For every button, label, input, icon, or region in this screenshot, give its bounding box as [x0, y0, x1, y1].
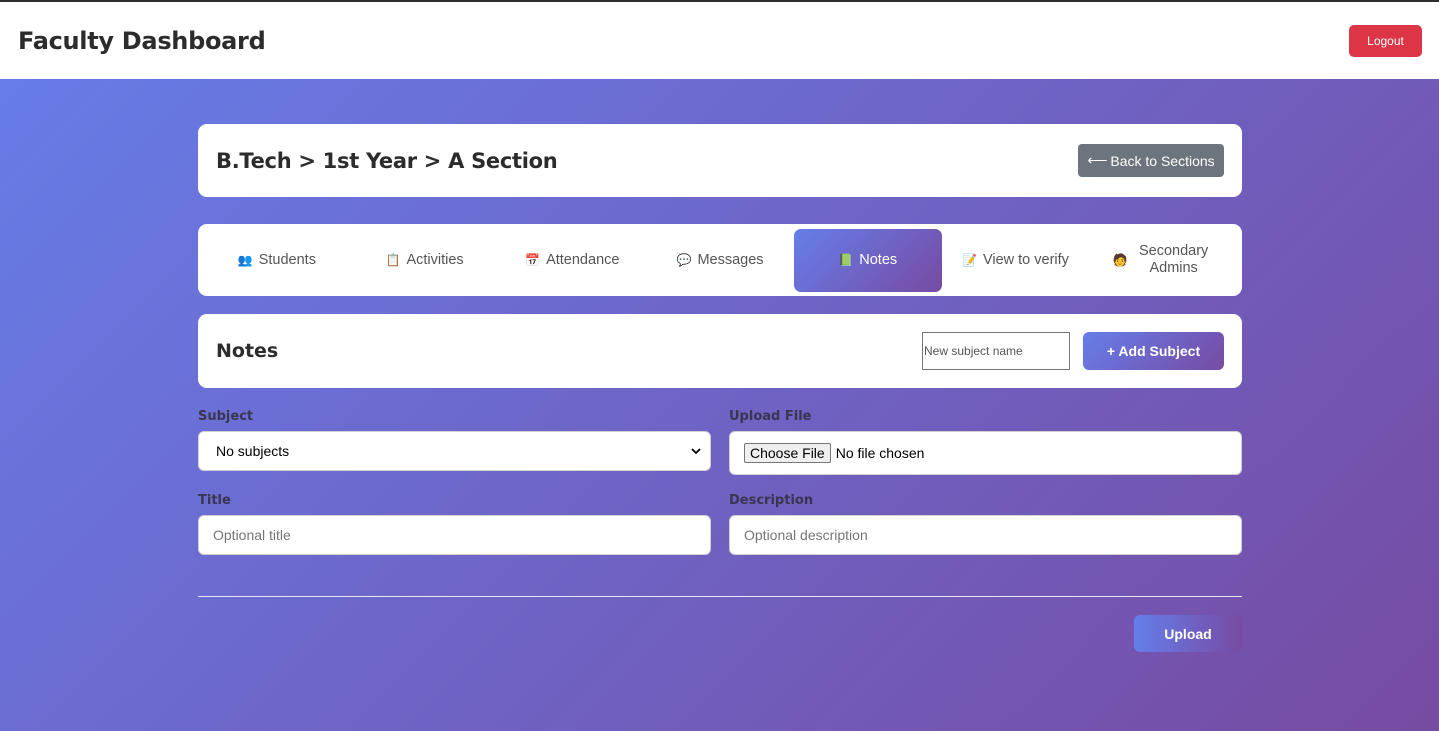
app-title: Faculty Dashboard — [18, 26, 266, 55]
title-label: Title — [198, 493, 231, 508]
logout-button[interactable]: Logout — [1349, 24, 1422, 57]
title-input[interactable]: Optional title — [198, 515, 711, 555]
subject-label: Subject — [198, 409, 254, 424]
description-input[interactable]: Optional description — [729, 515, 1242, 555]
add-subject-button[interactable]: + Add Subject — [1083, 332, 1224, 370]
admin-icon: 🧑 — [1112, 252, 1128, 267]
file-status: No file chosen — [835, 445, 925, 461]
notes-header-card: Notes + Add Subject — [198, 314, 1242, 388]
tab-label: Secondary Admins — [1138, 243, 1209, 276]
description-field: Description Optional description — [729, 493, 1242, 555]
tab-label: Messages — [697, 251, 764, 268]
new-subject-input[interactable] — [922, 332, 1070, 370]
tab-secondary-admins[interactable]: 🧑 Secondary Admins — [1089, 229, 1237, 292]
title-field: Title Optional title — [198, 493, 711, 555]
back-button-label: Back to Sections — [1110, 152, 1215, 169]
upload-form: Subject No subjects Upload File Choose F… — [198, 409, 1242, 555]
tab-label: Activities — [406, 251, 464, 268]
calendar-icon: 📅 — [525, 252, 541, 267]
clipboard-icon: 📋 — [385, 252, 401, 267]
upload-button[interactable]: Upload — [1134, 615, 1242, 652]
tab-attendance[interactable]: 📅 Attendance — [498, 229, 646, 292]
tab-view-to-verify[interactable]: 📝 View to verify — [942, 229, 1090, 292]
tab-notes[interactable]: 📗 Notes — [793, 228, 942, 292]
breadcrumb: B.Tech > 1st Year > A Section — [216, 148, 558, 173]
back-to-sections-button[interactable]: ⟵ Back to Sections — [1078, 144, 1224, 177]
form-divider — [198, 596, 1242, 597]
main-container: B.Tech > 1st Year > A Section ⟵ Back to … — [198, 124, 1242, 652]
speech-bubble-icon: 💬 — [676, 252, 692, 267]
chevron-down-icon — [691, 447, 701, 454]
section-header-card: B.Tech > 1st Year > A Section ⟵ Back to … — [198, 124, 1242, 197]
file-input: Choose File No file chosen — [729, 431, 1242, 475]
upload-row: Upload — [198, 615, 1242, 652]
arrow-left-icon: ⟵ — [1087, 152, 1108, 168]
memo-icon: 📝 — [961, 252, 977, 267]
tab-label: Attendance — [546, 251, 620, 268]
description-label: Description — [729, 493, 814, 508]
tab-messages[interactable]: 💬 Messages — [646, 229, 794, 292]
subject-field: Subject No subjects — [198, 409, 711, 475]
choose-file-button[interactable]: Choose File — [744, 443, 831, 463]
upload-file-label: Upload File — [729, 409, 812, 424]
notes-icon: 📗 — [838, 252, 854, 267]
tab-label: View to verify — [982, 251, 1069, 268]
notes-title: Notes — [216, 340, 279, 362]
tab-bar: 👥 Students 📋 Activities 📅 Attendance 💬 M… — [198, 224, 1242, 296]
tab-label: Students — [258, 251, 316, 268]
tab-students[interactable]: 👥 Students — [203, 229, 351, 292]
tab-label: Notes — [859, 251, 898, 268]
top-bar: Faculty Dashboard Logout — [0, 0, 1439, 79]
upload-file-field: Upload File Choose File No file chosen — [729, 409, 1242, 475]
subject-select[interactable]: No subjects — [198, 431, 711, 471]
students-icon: 👥 — [237, 252, 253, 267]
tab-activities[interactable]: 📋 Activities — [351, 229, 499, 292]
subject-actions: + Add Subject — [922, 332, 1224, 370]
subject-select-value: No subjects — [216, 443, 290, 459]
